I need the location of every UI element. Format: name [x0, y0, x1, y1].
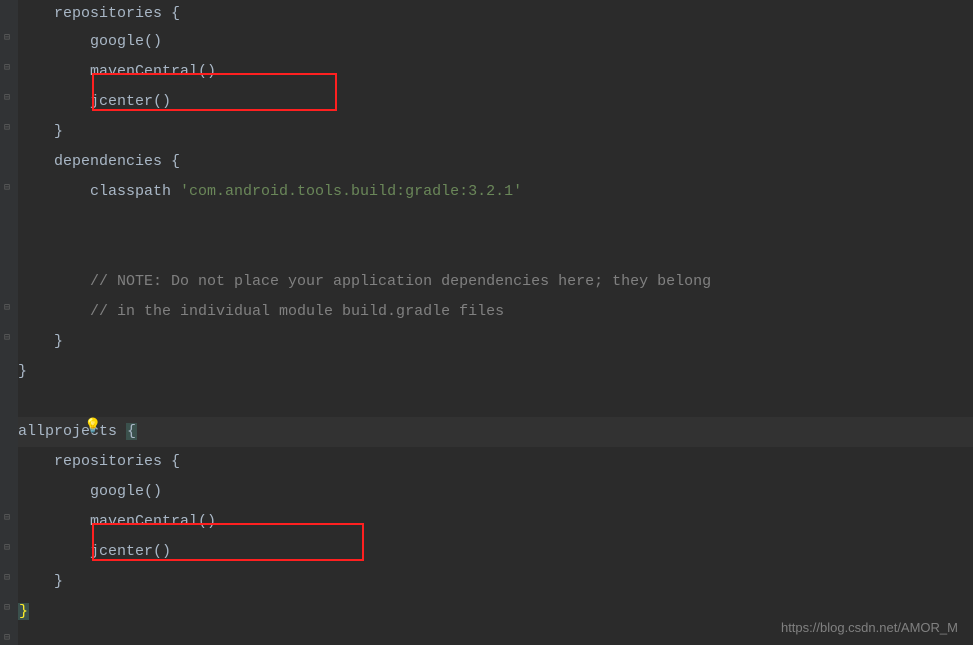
code-line[interactable]: repositories { — [18, 0, 973, 27]
fold-marker-icon[interactable]: ⊟ — [4, 514, 14, 524]
code-line[interactable]: // in the individual module build.gradle… — [18, 297, 973, 327]
close-brace: } — [18, 363, 27, 380]
google-call: google() — [18, 33, 162, 50]
jcenter-call: jcenter() — [18, 543, 171, 560]
fold-marker-icon[interactable]: ⊟ — [4, 334, 14, 344]
close-brace: } — [18, 123, 63, 140]
close-brace: } — [18, 573, 63, 590]
fold-marker-icon[interactable]: ⊟ — [4, 94, 14, 104]
open-brace: { — [171, 5, 180, 22]
code-line[interactable]: } — [18, 327, 973, 357]
fold-marker-icon[interactable]: ⊟ — [4, 544, 14, 554]
code-line[interactable]: repositories { — [18, 447, 973, 477]
fold-marker-icon[interactable]: ⊟ — [4, 634, 14, 644]
code-area[interactable]: repositories { google() mavenCentral() j… — [18, 0, 973, 645]
open-brace: { — [171, 453, 180, 470]
open-brace: { — [171, 153, 180, 170]
maven-central-call: mavenCentral() — [18, 513, 216, 530]
google-call: google() — [18, 483, 162, 500]
code-line[interactable]: jcenter() — [18, 537, 973, 567]
code-line[interactable]: mavenCentral() — [18, 507, 973, 537]
editor-container: ⊟ ⊟ ⊟ ⊟ ⊟ ⊟ ⊟ ⊟ ⊟ ⊟ ⊟ ⊟ repositories { g… — [0, 0, 973, 645]
fold-marker-icon[interactable]: ⊟ — [4, 304, 14, 314]
open-brace-cursor: { — [126, 423, 137, 440]
intention-bulb-icon[interactable]: 💡 — [84, 418, 101, 435]
comment-note: // NOTE: Do not place your application d… — [18, 273, 711, 290]
repositories-keyword: repositories — [18, 5, 171, 22]
watermark-text: https://blog.csdn.net/AMOR_M — [781, 620, 958, 635]
close-brace-match: } — [18, 603, 29, 620]
code-line[interactable]: jcenter() — [18, 87, 973, 117]
fold-marker-icon[interactable]: ⊟ — [4, 124, 14, 134]
fold-marker-icon[interactable]: ⊟ — [4, 574, 14, 584]
comment-note: // in the individual module build.gradle… — [18, 303, 504, 320]
code-line-active[interactable]: allprojects { — [18, 417, 973, 447]
dependencies-keyword: dependencies — [18, 153, 171, 170]
code-line[interactable]: } — [18, 357, 973, 387]
code-line[interactable]: google() — [18, 27, 973, 57]
fold-marker-icon[interactable]: ⊟ — [4, 64, 14, 74]
repositories-keyword: repositories — [18, 453, 171, 470]
fold-marker-icon[interactable]: ⊟ — [4, 184, 14, 194]
code-line[interactable]: mavenCentral() — [18, 57, 973, 87]
code-line[interactable]: google() — [18, 477, 973, 507]
close-brace: } — [18, 333, 63, 350]
code-line[interactable]: } — [18, 117, 973, 147]
maven-central-call: mavenCentral() — [18, 63, 216, 80]
code-line[interactable]: } — [18, 567, 973, 597]
jcenter-call: jcenter() — [18, 93, 171, 110]
code-line[interactable]: // NOTE: Do not place your application d… — [18, 267, 973, 297]
code-line[interactable] — [18, 237, 973, 267]
code-line[interactable] — [18, 387, 973, 417]
code-line[interactable]: dependencies { — [18, 147, 973, 177]
fold-marker-icon[interactable]: ⊟ — [4, 604, 14, 614]
allprojects-keyword: allprojects — [18, 423, 126, 440]
code-line[interactable] — [18, 207, 973, 237]
classpath-keyword: classpath — [18, 183, 180, 200]
code-line[interactable]: classpath 'com.android.tools.build:gradl… — [18, 177, 973, 207]
gradle-version-string: 'com.android.tools.build:gradle:3.2.1' — [180, 183, 522, 200]
fold-marker-icon[interactable]: ⊟ — [4, 34, 14, 44]
gutter: ⊟ ⊟ ⊟ ⊟ ⊟ ⊟ ⊟ ⊟ ⊟ ⊟ ⊟ ⊟ — [0, 0, 18, 645]
